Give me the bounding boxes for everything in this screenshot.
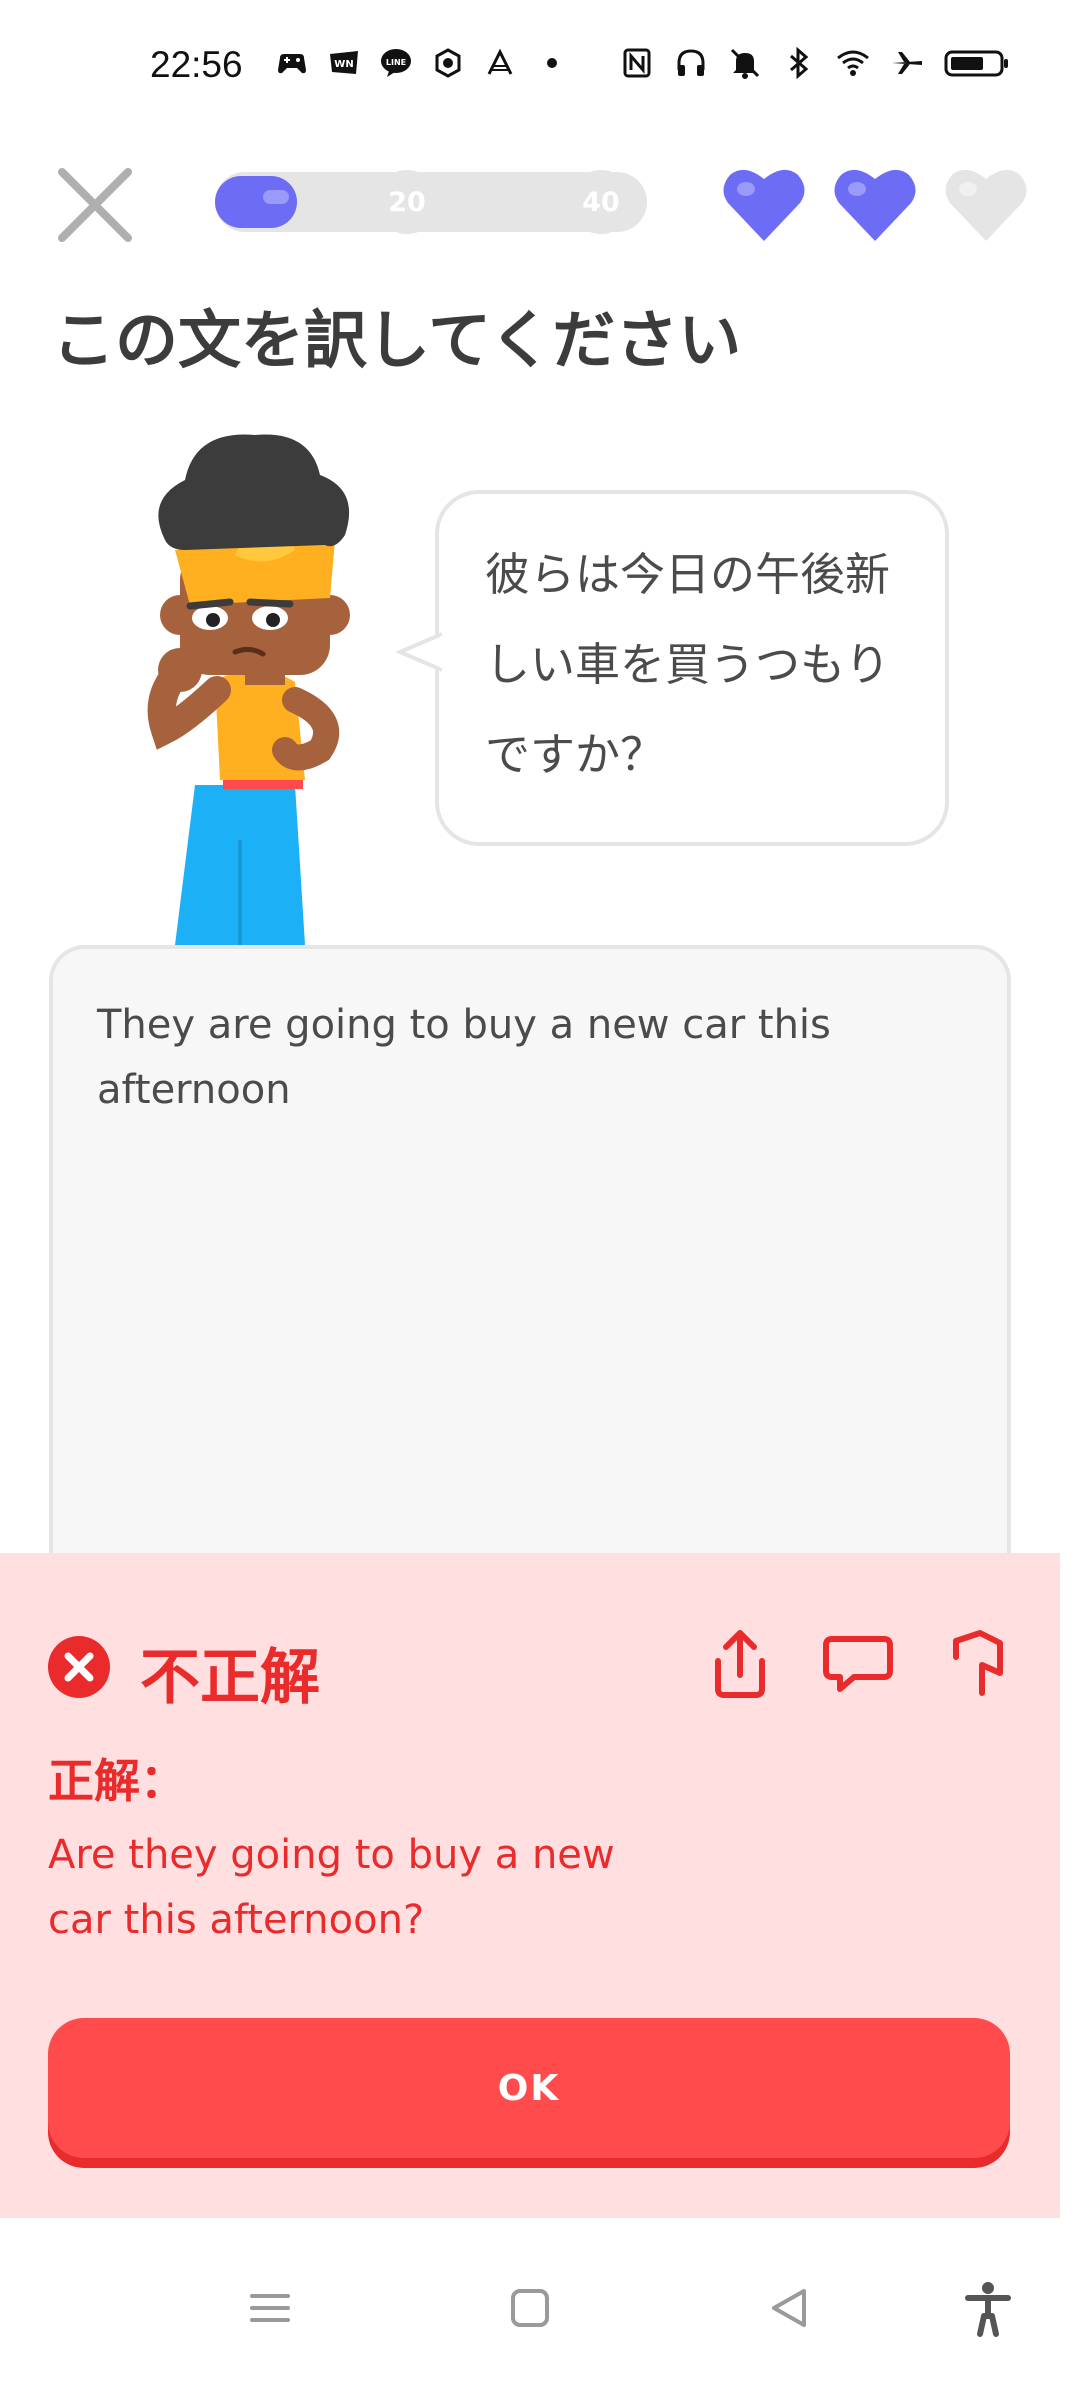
heart-empty-icon — [942, 165, 1030, 245]
answer-text: They are going to buy a new car this aft… — [97, 1002, 831, 1113]
page-title: この文を訳してください — [52, 304, 742, 377]
back-button[interactable] — [760, 2278, 820, 2338]
feedback-status: 不正解 — [140, 1643, 320, 1713]
status-bar: 22:56 WN LINE — [0, 0, 1080, 140]
comment-icon — [823, 1636, 893, 1692]
prompt-sentence: 彼らは今日の午後新しい車を買うつもりですか？ — [485, 548, 891, 781]
report-button[interactable] — [938, 1623, 1018, 1703]
speech-bubble: 彼らは今日の午後新しい車を買うつもりですか？ — [435, 490, 949, 846]
svg-text:LINE: LINE — [386, 58, 406, 67]
accessibility-icon — [965, 2282, 1011, 2337]
flag-icon — [953, 1630, 1003, 1696]
status-time: 22:56 — [150, 44, 243, 85]
wifi-icon — [836, 46, 870, 80]
home-square-icon — [511, 2289, 549, 2327]
heart-icon — [720, 165, 808, 245]
menu-icon — [250, 2294, 290, 2322]
ok-button[interactable]: OK — [48, 2018, 1010, 2158]
refresh-app-icon — [431, 46, 465, 80]
hearts — [720, 165, 1030, 245]
bluetooth-icon — [782, 46, 816, 80]
comment-button[interactable] — [818, 1623, 898, 1703]
speech-bubble-tail — [396, 632, 446, 672]
battery-icon — [944, 46, 1010, 80]
incorrect-x-icon — [48, 1636, 110, 1698]
home-button[interactable] — [500, 2278, 560, 2338]
mute-icon — [728, 46, 762, 80]
correct-answer-label: 正解： — [48, 1754, 186, 1808]
character-illustration — [145, 420, 425, 945]
correct-answer-text: Are they going to buy a new car this aft… — [48, 1832, 615, 1943]
back-triangle-icon — [772, 2289, 806, 2327]
system-icons — [620, 46, 1010, 80]
sparkle-app-icon — [483, 46, 517, 80]
answer-textarea[interactable]: They are going to buy a new car this aft… — [49, 945, 1011, 1645]
notification-icons: WN LINE — [275, 46, 569, 80]
milestone-20: 20 — [375, 170, 439, 234]
headphones-icon — [674, 46, 708, 80]
progress-fill — [215, 176, 297, 228]
share-icon — [715, 1630, 765, 1698]
close-button[interactable] — [50, 160, 140, 250]
game-controller-icon — [275, 46, 309, 80]
webnovel-icon: WN — [327, 46, 361, 80]
line-icon: LINE — [379, 46, 413, 80]
close-icon — [58, 168, 132, 242]
menu-button[interactable] — [240, 2278, 300, 2338]
accessibility-button[interactable] — [958, 2278, 1018, 2338]
airplane-icon — [890, 46, 924, 80]
share-button[interactable] — [700, 1623, 780, 1703]
heart-icon — [831, 165, 919, 245]
lesson-progress-bar: 20 40 — [215, 170, 647, 234]
feedback-panel: 不正解 正解： Are they going to buy a new car … — [0, 1553, 1060, 2218]
svg-text:WN: WN — [334, 59, 353, 70]
nfc-icon — [620, 46, 654, 80]
milestone-40: 40 — [569, 170, 633, 234]
system-nav-bar — [0, 2218, 1080, 2400]
dot-icon — [535, 46, 569, 80]
